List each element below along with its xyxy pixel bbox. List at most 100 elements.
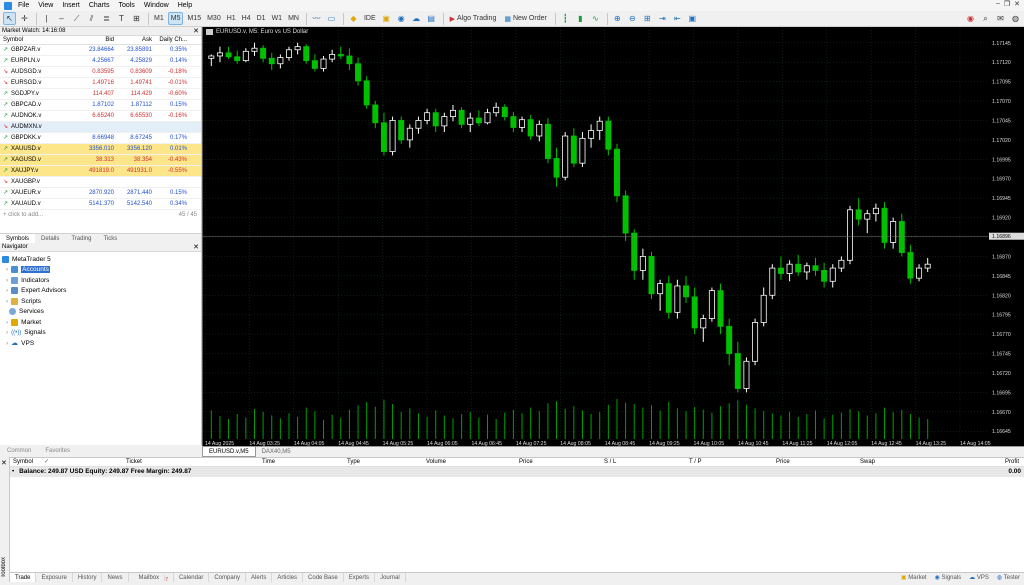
menu-charts[interactable]: Charts xyxy=(89,2,119,9)
tab-experts[interactable]: Experts xyxy=(344,573,376,582)
nav-item-expert-advisors[interactable]: › Expert Advisors xyxy=(2,286,201,297)
close-icon[interactable]: ✕ xyxy=(1,459,7,467)
tab-news[interactable]: News xyxy=(102,573,129,582)
add-symbol-row[interactable]: + click to add... 45 / 45 xyxy=(0,210,201,220)
tab-mailbox[interactable]: Mailbox 7 xyxy=(129,573,174,583)
col-sl[interactable]: S / L xyxy=(604,458,616,467)
col-volume[interactable]: Volume xyxy=(426,458,446,467)
tab-favorites[interactable]: Favorites xyxy=(38,446,77,457)
market-watch-row[interactable]: ↗ XAGUSD.v 38.313 38.354 -0.43% xyxy=(0,155,201,166)
col-symbol[interactable]: Symbol xyxy=(0,36,78,44)
market-watch-row[interactable]: ↗ XAUAUD.v 5141.370 5142.540 0.34% xyxy=(0,199,201,210)
col-daily-change[interactable]: Daily Ch... xyxy=(152,36,190,44)
col-profit[interactable]: Profit xyxy=(1005,458,1019,467)
nav-item-market[interactable]: › Market xyxy=(2,317,201,328)
close-icon[interactable]: ✕ xyxy=(1014,0,1020,8)
tf-d1[interactable]: D1 xyxy=(255,12,268,25)
cursor-icon[interactable]: ↖ xyxy=(3,12,16,25)
line-chart-icon[interactable]: ∿ xyxy=(589,12,602,25)
tab-journal[interactable]: Journal xyxy=(375,573,406,582)
market-status[interactable]: ▣ Market xyxy=(901,573,927,582)
col-type[interactable]: Type xyxy=(347,458,360,467)
close-icon[interactable]: ✕ xyxy=(193,243,199,252)
text-icon[interactable]: T xyxy=(115,12,128,25)
market-watch-row[interactable]: ↘ AUDSGD.v 0.83595 0.83609 -0.18% xyxy=(0,67,201,78)
col-ask[interactable]: Ask xyxy=(114,36,152,44)
tab-chart-eurusd[interactable]: EURUSD.v,M5 xyxy=(202,447,256,457)
tab-trade[interactable]: Trade xyxy=(10,573,37,582)
nav-item-accounts[interactable]: › Accounts xyxy=(2,265,201,276)
tab-code-base[interactable]: Code Base xyxy=(303,573,344,582)
chat-icon[interactable]: ✉ xyxy=(994,12,1007,25)
vps-status[interactable]: ☁ VPS xyxy=(969,573,989,582)
account-icon[interactable]: ◍ xyxy=(1009,12,1022,25)
nav-item-indicators[interactable]: › Indicators xyxy=(2,275,201,286)
tf-m15[interactable]: M15 xyxy=(185,12,203,25)
chart-window[interactable]: 1.17145 1.17120 1.17095 1.17070 1.17045 1.170… xyxy=(202,27,1024,446)
ide-button[interactable]: IDE xyxy=(362,12,378,25)
market-watch-row[interactable]: ↗ GBPCAD.v 1.87102 1.87112 0.15% xyxy=(0,100,201,111)
help-icon[interactable]: ◉ xyxy=(964,12,977,25)
signals-status[interactable]: ◉ Signals xyxy=(935,573,962,582)
tf-mn[interactable]: MN xyxy=(286,12,301,25)
tab-company[interactable]: Company xyxy=(209,573,247,582)
col-swap[interactable]: Swap xyxy=(860,458,875,467)
market-watch-row[interactable]: ↗ SGDJPY.v 114.407 114.429 -0.60% xyxy=(0,89,201,100)
tile-icon[interactable]: ⊞ xyxy=(641,12,654,25)
col-bid[interactable]: Bid xyxy=(78,36,114,44)
tf-h1[interactable]: H1 xyxy=(225,12,238,25)
tab-chart-dax40[interactable]: DAX40,M5 xyxy=(256,447,297,457)
channel-icon[interactable]: ⫽ xyxy=(85,12,98,25)
market-watch-row[interactable]: ↗ GBPZAR.v 23.84664 23.85891 0.35% xyxy=(0,45,201,56)
crosshair-icon[interactable]: ✛ xyxy=(18,12,31,25)
vps-icon[interactable]: ☁ xyxy=(410,12,423,25)
nav-item-services[interactable]: Services xyxy=(2,307,201,318)
tab-exposure[interactable]: Exposure xyxy=(36,573,73,582)
chart-type-icon[interactable]: ▭ xyxy=(325,12,338,25)
trendline-icon[interactable]: ⟋ xyxy=(70,12,83,25)
tab-history[interactable]: History xyxy=(73,573,103,582)
fibo-icon[interactable]: ≣ xyxy=(100,12,113,25)
menu-view[interactable]: View xyxy=(38,2,62,9)
tab-alerts[interactable]: Alerts xyxy=(246,573,273,582)
market-watch-row[interactable]: ↗ EURPLN.v 4.25667 4.25829 0.14% xyxy=(0,56,201,67)
strategy-tester-icon[interactable]: ▤ xyxy=(425,12,438,25)
tf-w1[interactable]: W1 xyxy=(270,12,285,25)
new-order-button[interactable]: ▦ New Order xyxy=(501,12,549,25)
menu-file[interactable]: File xyxy=(18,2,38,9)
tab-calendar[interactable]: Calendar xyxy=(174,573,210,582)
candles-icon[interactable]: ▮ xyxy=(574,12,587,25)
price-chart[interactable]: 1.17145 1.17120 1.17095 1.17070 1.17045 1.170… xyxy=(203,27,1024,446)
menu-help[interactable]: Help xyxy=(178,2,201,9)
market-watch-row[interactable]: ↗ AUDNOK.v 6.65240 6.65530 -0.16% xyxy=(0,111,201,122)
tab-details[interactable]: Details xyxy=(35,234,65,243)
metaeditor-icon[interactable]: ◆ xyxy=(347,12,360,25)
vertical-line-icon[interactable]: | xyxy=(40,12,53,25)
tf-m30[interactable]: M30 xyxy=(205,12,223,25)
minimize-icon[interactable]: – xyxy=(996,0,1000,8)
tab-articles[interactable]: Articles xyxy=(272,573,304,582)
menu-insert[interactable]: Insert xyxy=(62,2,89,9)
market-watch-row[interactable]: ↘ EURSGD.v 1.49716 1.49741 -0.01% xyxy=(0,78,201,89)
market-watch-row[interactable]: ↘ AUDMXN.v xyxy=(0,122,201,133)
col-tp[interactable]: T / P xyxy=(689,458,702,467)
shift-icon[interactable]: ⇤ xyxy=(671,12,684,25)
menu-window[interactable]: Window xyxy=(144,2,178,9)
autoscroll-icon[interactable]: ⇥ xyxy=(656,12,669,25)
market-watch-row[interactable]: ↗ XAUJPY.v 491819.0 491931.0 -0.55% xyxy=(0,166,201,177)
tab-ticks[interactable]: Ticks xyxy=(97,234,123,243)
add-symbol-label[interactable]: + click to add... xyxy=(3,210,43,220)
tester-status[interactable]: ◍ Tester xyxy=(997,573,1020,582)
tf-h4[interactable]: H4 xyxy=(240,12,253,25)
col-time[interactable]: Time xyxy=(262,458,275,467)
tab-symbols[interactable]: Symbols xyxy=(0,234,36,243)
tab-common[interactable]: Common xyxy=(0,446,38,457)
zoom-in-icon[interactable]: ⊕ xyxy=(611,12,624,25)
nav-root[interactable]: MetaTrader 5 xyxy=(2,254,201,265)
shapes-icon[interactable]: ⊞ xyxy=(130,12,143,25)
restore-icon[interactable]: ❐ xyxy=(1004,0,1010,8)
close-icon[interactable]: ✕ xyxy=(193,27,199,36)
market-watch-row[interactable]: ↗ GBPDKK.v 8.66948 8.67245 0.17% xyxy=(0,133,201,144)
col-symbol[interactable]: Symbol xyxy=(13,458,33,467)
zoom-out-icon[interactable]: ⊖ xyxy=(626,12,639,25)
